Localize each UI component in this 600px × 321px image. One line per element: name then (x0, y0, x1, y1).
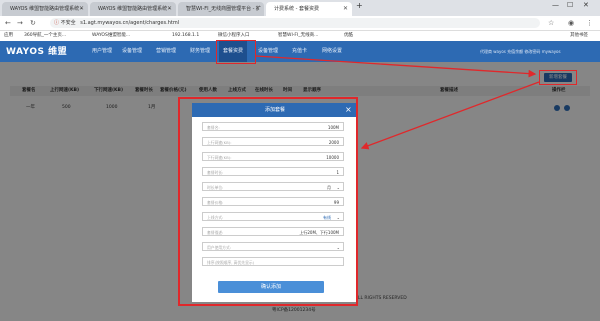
arrow-to-add-button (255, 55, 537, 78)
arrow-to-dialog (360, 81, 540, 150)
annotation-arrows (255, 55, 540, 150)
